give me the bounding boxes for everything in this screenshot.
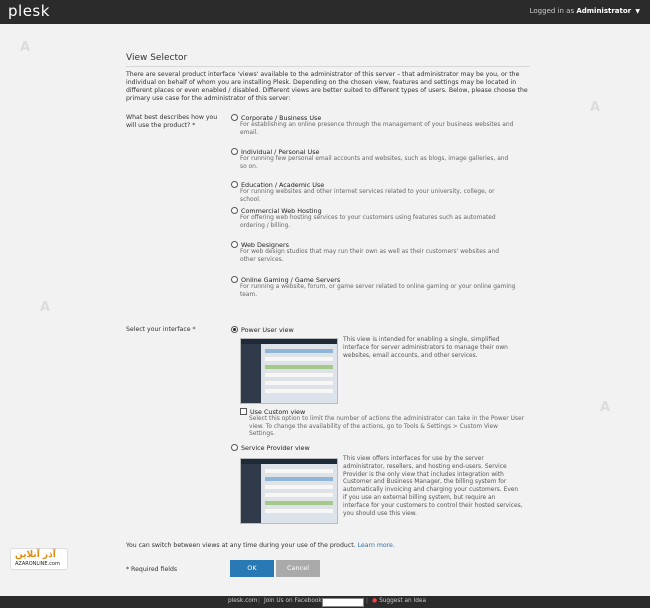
power-user-description: This view is intended for enabling a sin…: [343, 337, 508, 359]
option-description: For running websites and other internet …: [240, 189, 495, 203]
radio-button[interactable]: [231, 275, 238, 283]
page-title: View Selector: [126, 53, 188, 63]
use-case-option[interactable]: Online Gaming / Game Servers For running…: [231, 275, 521, 299]
radio-button[interactable]: [231, 206, 238, 214]
option-title: Power User view: [241, 326, 294, 334]
option-title: Online Gaming / Game Servers: [241, 276, 341, 284]
option-title: Commercial Web Hosting: [241, 207, 322, 215]
view-selector-panel: View Selector There are several product …: [110, 44, 540, 584]
use-case-option[interactable]: Corporate / Business Use For establishin…: [231, 113, 521, 137]
radio-button-selected[interactable]: [231, 325, 238, 333]
use-case-option[interactable]: Education / Academic Use For running web…: [231, 180, 521, 204]
facebook-like-widget[interactable]: [322, 598, 364, 607]
intro-text: There are several product interface 'vie…: [126, 71, 528, 103]
use-case-option[interactable]: Individual / Personal Use For running fe…: [231, 147, 521, 171]
service-provider-preview-image: [240, 458, 338, 524]
login-user: Administrator: [576, 7, 632, 15]
option-title: Corporate / Business Use: [241, 114, 322, 122]
service-provider-option[interactable]: Service Provider view: [231, 443, 521, 452]
interface-label: Select your interface *: [126, 326, 196, 333]
option-description: For offering web hosting services to you…: [240, 215, 496, 229]
ok-button[interactable]: OK: [230, 560, 274, 577]
option-description: Select this option to limit the number o…: [249, 416, 525, 438]
watermark-badge: آذر آنلاین AZARONLINE.com: [10, 548, 68, 570]
option-title: Use Custom view: [250, 408, 306, 416]
use-case-label: What best describes how you will use the…: [126, 114, 218, 129]
title-divider: [126, 66, 530, 67]
option-description: For web design studios that may run thei…: [240, 249, 499, 263]
radio-button[interactable]: [231, 180, 238, 188]
radio-button[interactable]: [231, 240, 238, 248]
plesk-site-link[interactable]: plesk.com: [228, 598, 257, 604]
power-user-option[interactable]: Power User view: [231, 325, 521, 334]
watermark-subtitle: AZARONLINE.com: [15, 561, 60, 567]
use-case-option[interactable]: Commercial Web Hosting For offering web …: [231, 206, 521, 230]
watermark-logo: A: [20, 40, 31, 55]
watermark-title: آذر آنلاین: [15, 550, 56, 560]
option-title: Individual / Personal Use: [241, 148, 320, 156]
switch-note: You can switch between views at any time…: [126, 542, 395, 549]
footer: plesk.com | Join Us on Facebook | ● Sugge…: [0, 596, 650, 608]
power-user-preview-image: [240, 338, 338, 404]
learn-more-link[interactable]: Learn more.: [358, 542, 395, 549]
checkbox[interactable]: [240, 407, 247, 415]
option-description: For running few personal email accounts …: [240, 156, 509, 170]
watermark-logo: A: [590, 100, 601, 115]
option-description: For running a website, forum, or game se…: [240, 284, 516, 298]
use-case-option[interactable]: Web Designers For web design studios tha…: [231, 240, 521, 264]
custom-view-option[interactable]: Use Custom view Select this option to li…: [240, 407, 525, 439]
plesk-logo[interactable]: plesk: [8, 2, 50, 20]
lightbulb-icon: ●: [372, 598, 378, 604]
required-fields-note: * Required fields: [126, 566, 178, 573]
watermark-logo: A: [600, 400, 611, 415]
option-title: Education / Academic Use: [241, 181, 325, 189]
footer-separator: |: [366, 598, 368, 604]
suggest-idea-link[interactable]: ● Suggest an Idea: [372, 598, 426, 604]
facebook-link[interactable]: Join Us on Facebook: [264, 598, 322, 604]
option-title: Web Designers: [241, 241, 289, 249]
watermark-logo: A: [40, 300, 51, 315]
chevron-down-icon: ▼: [635, 8, 640, 15]
option-description: For establishing an online presence thro…: [240, 122, 514, 136]
cancel-button[interactable]: Cancel: [276, 560, 320, 577]
radio-button[interactable]: [231, 113, 238, 121]
service-provider-description: This view offers interfaces for use by t…: [343, 456, 523, 517]
login-prefix: Logged in as: [529, 7, 575, 15]
footer-separator: |: [258, 598, 260, 604]
radio-button[interactable]: [231, 443, 238, 451]
top-bar: plesk Logged in as Administrator ▼: [0, 0, 650, 24]
option-title: Service Provider view: [241, 444, 310, 452]
radio-button[interactable]: [231, 147, 238, 155]
user-menu[interactable]: Logged in as Administrator ▼: [530, 7, 640, 15]
